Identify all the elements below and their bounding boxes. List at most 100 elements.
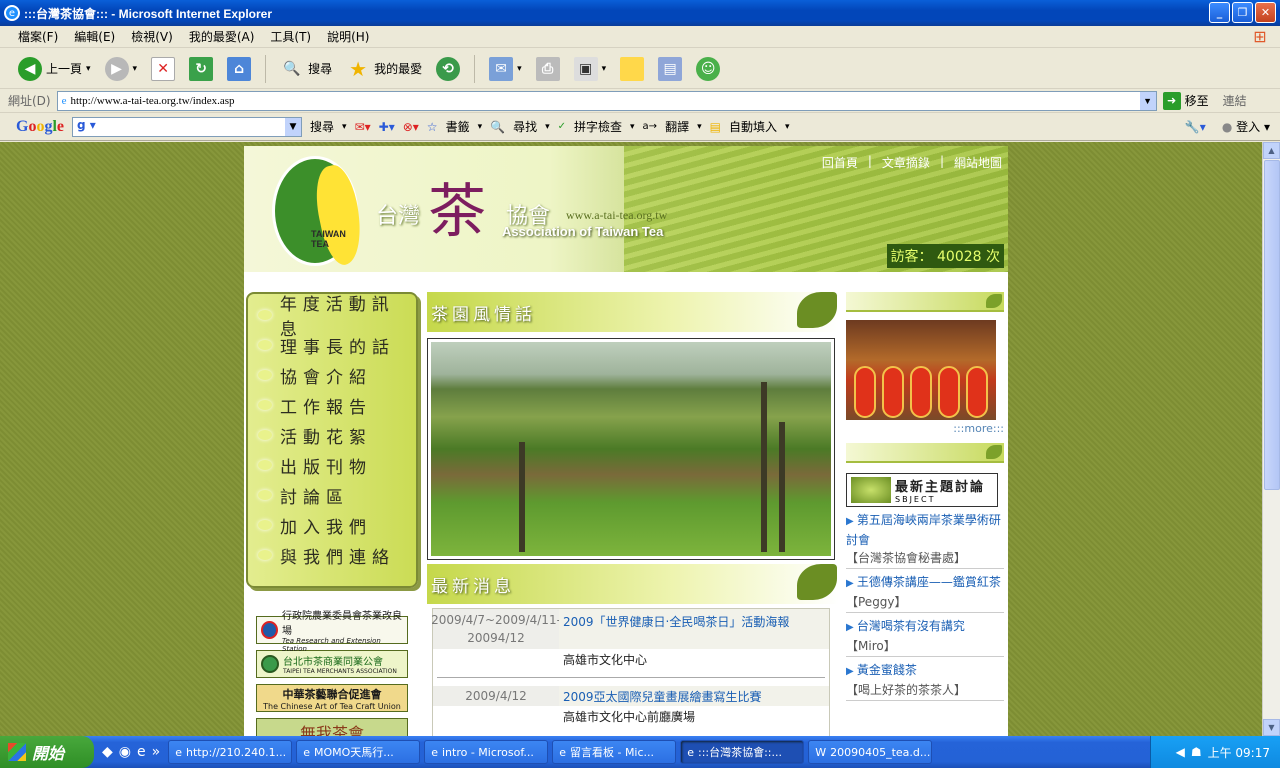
nav-item-publications[interactable]: 出版刊物 (248, 450, 416, 480)
tea-products-image[interactable] (846, 320, 996, 420)
partner-taipei[interactable]: 台北市茶商業同業公會 TAIPEI TEA MERCHANTS ASSOCIATI… (256, 650, 408, 678)
menu-help[interactable]: 說明(H) (327, 28, 369, 45)
nav-item-about[interactable]: 協會介紹 (248, 360, 416, 390)
ie-quick-icon[interactable]: e (137, 744, 146, 760)
ie-icon: e (559, 745, 566, 759)
nav-item-gallery[interactable]: 活動花絮 (248, 420, 416, 450)
address-bar: 網址(D) e http://www.a-tai-tea.org.tw/inde… (0, 89, 1280, 113)
task-button-active[interactable]: e:::台灣茶協會::... (680, 740, 805, 764)
menu-view[interactable]: 檢視(V) (131, 28, 173, 45)
google-search-button[interactable]: 搜尋 (310, 118, 334, 135)
nav-item-contact[interactable]: 與我們連絡 (248, 540, 416, 570)
palm-tree (779, 422, 785, 552)
mail-button[interactable]: ✉ ▾ (485, 54, 526, 84)
address-label: 網址(D) (8, 94, 51, 108)
task-button[interactable]: e 留言看板 - Mic... (552, 740, 677, 764)
search-button[interactable]: 🔍 搜尋 (276, 54, 336, 84)
news-header: 最新消息 (427, 564, 839, 604)
google-spell-button[interactable]: 拼字檢查 (574, 118, 622, 135)
start-button[interactable]: 開始 (0, 736, 94, 768)
stop-button[interactable]: ✕ (147, 54, 179, 84)
tray-arrow-icon[interactable]: ◀ (1176, 745, 1185, 759)
topic-link[interactable]: 黃金蜜餞茶 (846, 661, 1004, 681)
favorites-button[interactable]: ★ 我的最愛 (342, 54, 426, 84)
taipei-logo-icon (261, 655, 279, 673)
task-label: intro - Microsof... (441, 745, 534, 759)
discussion-header (846, 443, 1004, 463)
google-block-icon[interactable]: ⊗▾ (403, 120, 419, 134)
address-url: http://www.a-tai-tea.org.tw/index.asp (70, 94, 235, 107)
leaf-icon (986, 294, 1002, 308)
scroll-thumb[interactable] (1264, 160, 1280, 490)
translate-icon: a→ (642, 121, 658, 132)
menu-tools[interactable]: 工具(T) (270, 28, 311, 45)
partner-tres[interactable]: 行政院農業委員會茶業改良場 Tea Research and Extension … (256, 611, 408, 653)
sitemap-link[interactable]: 網站地圖 (954, 154, 1002, 171)
messenger-button[interactable]: ☺ (692, 54, 724, 84)
task-label: http://210.240.1... (185, 745, 287, 759)
partner-wuwo[interactable]: 無我茶會 (256, 718, 408, 736)
nav-label: 協會介紹 (280, 367, 372, 388)
links-label[interactable]: 連結 (1223, 92, 1247, 109)
edit-button[interactable]: ▣ ▾ (570, 54, 611, 84)
topic-link[interactable]: 王德傳茶講座——鑑賞紅茶 (846, 573, 1004, 593)
refresh-button[interactable]: ↻ (185, 54, 217, 84)
topic-link[interactable]: 台灣喝茶有沒有講究 (846, 617, 1004, 637)
google-dropdown-icon[interactable]: ▼ (285, 117, 302, 136)
google-find-button[interactable]: 尋找 (513, 118, 537, 135)
articles-link[interactable]: 文章摘錄 (882, 154, 930, 171)
task-button[interactable]: e http://210.240.1... (168, 740, 293, 764)
google-plus-icon[interactable]: ✚▾ (379, 120, 395, 134)
print-button[interactable]: ⎙ (532, 54, 564, 84)
close-button[interactable]: ✕ (1255, 2, 1276, 23)
address-dropdown-icon[interactable]: ▼ (1139, 91, 1156, 110)
menu-favorites[interactable]: 我的最愛(A) (189, 28, 255, 45)
scroll-up-icon[interactable]: ▲ (1263, 142, 1280, 159)
taiwan-tea-logo[interactable]: TAIWAN TEA (272, 156, 369, 269)
nav-item-join[interactable]: 加入我們 (248, 510, 416, 540)
chrome-icon[interactable]: ◉ (119, 744, 131, 760)
nav-item-forum[interactable]: 討論區 (248, 480, 416, 510)
google-autofill-button[interactable]: 自動填入 (729, 118, 777, 135)
task-button[interactable]: e MOMO天馬行... (296, 740, 421, 764)
minimize-button[interactable]: _ (1209, 2, 1230, 23)
home-button[interactable]: ⌂ (223, 54, 255, 84)
more-link[interactable]: :::more::: (846, 422, 1004, 435)
nav-item-events[interactable]: 年度活動訊息 (248, 295, 416, 340)
nav-item-chairman[interactable]: 理事長的話 (248, 330, 416, 360)
menu-file[interactable]: 檔案(F) (18, 28, 58, 45)
menu-edit[interactable]: 編輯(E) (74, 28, 115, 45)
google-translate-button[interactable]: 翻譯 (665, 118, 689, 135)
go-button[interactable]: ➜ 移至 (1162, 91, 1209, 110)
windows-flag-icon (8, 743, 26, 761)
google-news-icon[interactable]: ✉▾ (355, 120, 371, 134)
scroll-down-icon[interactable]: ▼ (1263, 719, 1280, 736)
search-label: 搜尋 (308, 62, 333, 76)
address-input[interactable]: e http://www.a-tai-tea.org.tw/index.asp … (56, 90, 1157, 111)
wrench-icon[interactable]: 🔧▾ (1185, 120, 1206, 134)
refresh-icon: ↻ (189, 56, 214, 81)
discuss-button[interactable] (616, 54, 648, 84)
back-button[interactable]: ◀ 上一頁 ▾ (14, 54, 95, 84)
nav-item-reports[interactable]: 工作報告 (248, 390, 416, 420)
google-bookmarks-button[interactable]: 書籤 (446, 118, 470, 135)
google-signin-button[interactable]: ● 登入 ▾ (1222, 118, 1270, 135)
forward-button[interactable]: ▶ ▾ (101, 54, 142, 84)
news-title-link[interactable]: 2009亞太國際兒童畫展繪畫寫生比賽 (559, 686, 829, 706)
maximize-button[interactable]: ❐ (1232, 2, 1253, 23)
topic-link[interactable]: 第五屆海峽兩岸茶業學術研討會 (846, 511, 1004, 549)
clock[interactable]: 上午 09:17 (1208, 744, 1270, 761)
vertical-scrollbar[interactable]: ▲ ▼ (1262, 142, 1280, 736)
history-button[interactable]: ⟲ (432, 54, 464, 84)
desktop-icon[interactable]: ◆ (102, 744, 113, 760)
task-button[interactable]: W 20090405_tea.d... (808, 740, 933, 764)
network-icon[interactable]: ☗ (1191, 745, 1202, 759)
task-button[interactable]: e intro - Microsof... (424, 740, 549, 764)
task-label: 留言看板 - Mic... (569, 746, 655, 759)
home-link[interactable]: 回首頁 (822, 154, 858, 171)
news-title-link[interactable]: 2009「世界健康日‧全民喝茶日」活動海報 (559, 609, 829, 649)
more-icon[interactable]: » (152, 744, 161, 760)
research-button[interactable]: ▤ (654, 54, 686, 84)
google-search-input[interactable]: g ▾ ▼ (72, 116, 303, 137)
partner-art-of-tea[interactable]: 中華茶藝聯合促進會 The Chinese Art of Tea Craft Un… (256, 684, 408, 712)
